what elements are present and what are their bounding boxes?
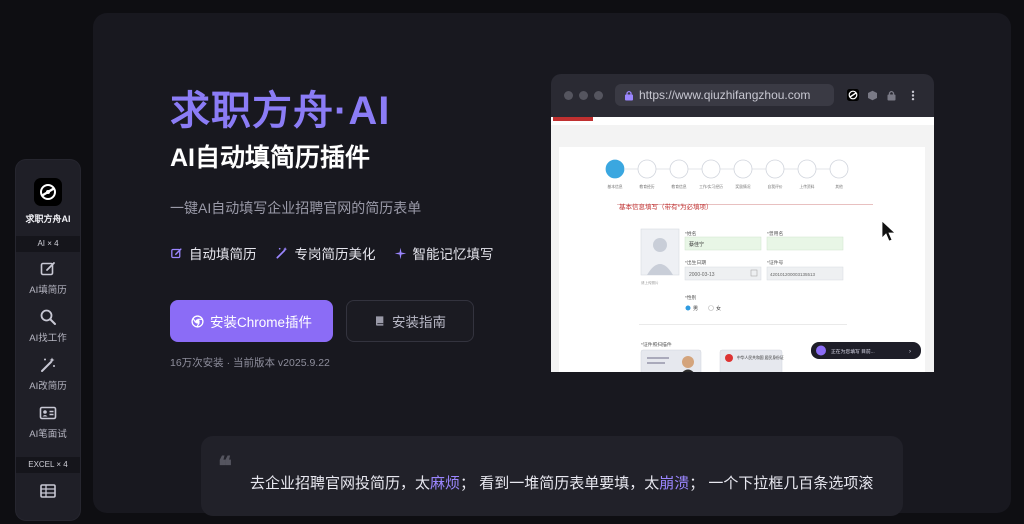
page-description: 一键AI自动填写企业招聘官网的简历表单	[170, 200, 422, 216]
id-card-icon	[39, 406, 57, 420]
resume-form-screenshot: 基本信息 教育经历 教育信息 工作/实习经历 奖励情况 自我评价 上传资料 其他 基本信息填写…	[551, 117, 934, 372]
address-bar[interactable]: https://www.qiuzhifangzhou.com	[615, 84, 834, 106]
install-meta: 16万次安装 · 当前版本 v2025.9.22	[170, 357, 330, 369]
window-dot	[564, 91, 573, 100]
feature-item: 专岗简历美化	[275, 243, 376, 263]
form-step-label: 奖励情况	[735, 184, 750, 189]
id-card-text: 中华人民共和国 居民身份证	[737, 355, 784, 360]
feature-item: 智能记忆填写	[394, 243, 494, 263]
field-label: *曾用名	[767, 230, 783, 237]
cube-icon[interactable]	[867, 90, 878, 101]
field-label: *证件号	[767, 259, 783, 266]
field-value: 2000-03-13	[689, 272, 715, 278]
edit-icon	[171, 247, 182, 258]
sidebar-item-excel[interactable]	[16, 478, 80, 524]
sidebar: 求职方舟AI AI × 4 AI填简历 AI找工作 AI改简历 AI笔面试 EX…	[16, 160, 80, 520]
form-step-label: 自我评价	[767, 184, 782, 189]
field-value: 蔡佳宁	[689, 241, 704, 248]
page-subtitle: AI自动填简历插件	[170, 144, 371, 172]
gender-label: *性别	[685, 294, 697, 301]
more-menu-icon[interactable]	[910, 90, 916, 101]
form-step-circle	[829, 159, 849, 179]
form-step-label: 基本信息	[607, 184, 622, 189]
quote-segment: 去企业招聘官网投简历，太	[250, 475, 431, 492]
window-dot	[579, 91, 588, 100]
svg-text:›: ›	[909, 349, 911, 355]
sidebar-item-label: AI笔面试	[29, 429, 67, 440]
lock-icon[interactable]	[886, 90, 897, 101]
id-section-label: *证件照扫描件	[641, 341, 672, 348]
sidebar-item-interview[interactable]: AI笔面试	[16, 400, 80, 446]
field-value: 420101200003135513	[770, 272, 816, 277]
form-step-label: 工作/实习经历	[699, 184, 723, 189]
quote-mark-icon: ❝	[218, 452, 232, 482]
form-step-circle	[669, 159, 689, 179]
feature-label: 自动填简历	[189, 247, 257, 262]
page-title: 求职方舟·AI	[170, 89, 391, 133]
field-label: *出生日期	[685, 259, 706, 266]
form-step-circle	[701, 159, 721, 179]
logo-name: 求职方舟AI	[25, 214, 71, 224]
extension-logo-icon[interactable]	[847, 89, 859, 101]
form-section-title: 基本信息填写（带有*为必填项）	[619, 202, 713, 211]
table-icon	[40, 484, 56, 498]
sidebar-item-label: AI填简历	[29, 285, 67, 296]
url-text: https://www.qiuzhifangzhou.com	[639, 88, 811, 102]
magic-wand-icon	[41, 357, 55, 372]
feature-item: 自动填简历	[170, 243, 257, 263]
popup-text: 正在为您填写 目前...	[831, 348, 875, 355]
section-ai: AI × 4	[16, 236, 80, 252]
feature-label: 专岗简历美化	[294, 247, 376, 262]
form-step-circle	[637, 159, 657, 179]
sidebar-item-label: AI找工作	[29, 333, 67, 344]
window-dot	[594, 91, 603, 100]
chrome-icon	[191, 314, 204, 328]
sparkle-icon	[394, 247, 406, 259]
install-chrome-label: 安装Chrome插件	[209, 315, 312, 330]
quote-segment: ； 一个下拉框几百条选项滚	[689, 475, 874, 492]
quote-segment: ； 看到一堆简历表单要填，太	[460, 475, 660, 492]
install-guide-button[interactable]: 安装指南	[346, 300, 474, 342]
form-step-label: 教育经历	[639, 184, 654, 189]
install-chrome-button[interactable]: 安装Chrome插件	[170, 300, 333, 342]
form-step-label: 其他	[835, 184, 843, 189]
lock-icon	[625, 90, 633, 100]
browser-page: 基本信息 教育经历 教育信息 工作/实习经历 奖励情况 自我评价 上传资料 其他 基本信息填写…	[551, 117, 934, 372]
feature-list: 自动填简历 专岗简历美化 智能记忆填写	[170, 243, 494, 263]
form-step-circle	[765, 159, 785, 179]
photo-note: 请上传照片	[641, 280, 659, 285]
app-logo[interactable]	[34, 178, 62, 206]
search-icon	[40, 309, 56, 325]
form-step-circle	[797, 159, 817, 179]
quote-highlight: 麻烦	[430, 475, 461, 492]
section-excel: EXCEL × 4	[16, 457, 80, 473]
form-step-label: 教育信息	[671, 184, 686, 189]
quote-highlight: 崩溃	[659, 475, 690, 492]
testimonial-text: 去企业招聘官网投简历，太麻烦； 看到一堆简历表单要填，太崩溃； 一个下拉框几百条…	[250, 472, 873, 493]
feature-label: 智能记忆填写	[412, 247, 494, 262]
form-step-label: 上传资料	[799, 184, 814, 189]
form-step-circle	[733, 159, 753, 179]
magic-wand-icon	[275, 247, 287, 259]
sidebar-item-label: AI改简历	[29, 381, 67, 392]
sidebar-item-improve-resume[interactable]: AI改简历	[16, 352, 80, 398]
gender-option: 男	[693, 306, 698, 312]
sidebar-item-fill-resume[interactable]: AI填简历	[16, 256, 80, 302]
gender-option: 女	[716, 305, 721, 312]
install-guide-label: 安装指南	[392, 315, 446, 330]
edit-icon	[40, 262, 55, 276]
book-icon	[376, 316, 384, 326]
form-step-circle	[605, 159, 625, 179]
field-label: *姓名	[685, 230, 697, 237]
ark-logo-icon	[40, 184, 56, 200]
sidebar-item-find-job[interactable]: AI找工作	[16, 304, 80, 350]
